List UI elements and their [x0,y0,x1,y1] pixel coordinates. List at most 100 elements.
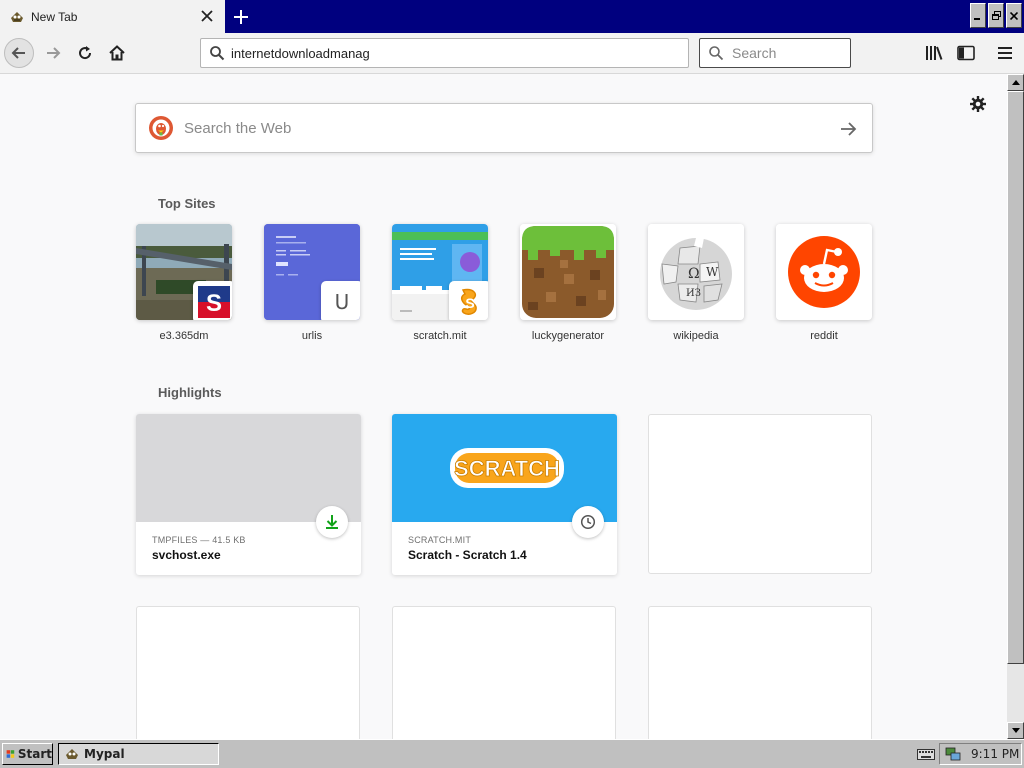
site-mini-icon: S [449,281,488,320]
restore-button[interactable] [988,3,1004,28]
highlight-card-empty [392,606,616,739]
forward-arrow-icon [47,47,61,59]
site-thumbnail[interactable] [776,224,872,320]
sidebar-button[interactable] [955,42,977,64]
site-label: e3.365dm [159,330,209,342]
start-label: Start [17,747,52,761]
svg-text:ИЗ: ИЗ [686,288,701,299]
reload-button[interactable] [70,38,100,68]
home-button[interactable] [102,38,132,68]
library-button[interactable] [923,42,945,64]
top-site-urlis[interactable]: U urlis [264,224,360,342]
scratch-icon: S [460,288,477,315]
top-site-reddit[interactable]: reddit [776,224,872,342]
arrow-down-icon [1011,728,1020,733]
top-site-luckygenerator[interactable]: luckygenerator [520,224,616,342]
site-label: urlis [301,330,323,342]
site-thumbnail[interactable] [520,224,616,320]
card-title: svchost.exe [152,548,221,562]
hamburger-menu-icon [998,47,1012,59]
reddit-icon [776,224,872,320]
search-placeholder: Search [732,45,777,61]
gear-icon[interactable] [968,94,988,114]
taskbar-item-label: Mypal [84,747,125,761]
keyboard-icon[interactable] [917,747,935,761]
windows-flag-icon [6,750,15,758]
site-thumbnail[interactable]: Ω W ИЗ [648,224,744,320]
site-label: reddit [810,330,838,342]
search-icon [709,46,724,61]
sky-sports-icon: S [198,286,230,318]
card-title: Scratch - Scratch 1.4 [408,548,527,562]
highlight-card-empty [648,414,872,574]
top-site-e3-365dm[interactable]: S e3.365dm [136,224,232,342]
vertical-scrollbar[interactable] [1007,74,1024,739]
new-tab-button[interactable] [230,6,252,28]
close-icon [1010,11,1018,20]
window-close-button[interactable] [1006,3,1022,28]
close-icon[interactable] [199,8,215,24]
download-icon [326,515,338,529]
site-label: luckygenerator [531,330,605,342]
highlights-title: Highlights [158,385,222,400]
taskbar: Start Mypal 9:11 PM [0,739,1024,768]
download-badge [316,506,348,538]
wikipedia-globe-icon: Ω W ИЗ [648,224,744,320]
scroll-down-button[interactable] [1007,722,1024,739]
site-thumbnail[interactable]: S [136,224,232,320]
forward-button[interactable] [38,38,68,68]
svg-text:W: W [706,265,719,279]
arrow-up-icon [1011,80,1020,85]
tab-title: New Tab [31,9,78,24]
highlight-card-scratch[interactable]: SCRATCH SCRATCH.MIT Scratch - Scratch 1.… [392,414,617,575]
minimize-icon [974,17,980,20]
minimize-button[interactable] [970,3,986,28]
mypal-icon [11,11,23,22]
site-label: scratch.mit [413,330,467,342]
navigation-toolbar: internetdownloadmanag Search [0,33,1024,74]
new-tab-page: Search the Web Top Sites S e3.365dm U ur… [0,74,1007,739]
url-text: internetdownloadmanag [231,45,370,61]
arrow-right-icon[interactable] [838,119,858,139]
web-search-placeholder: Search the Web [184,119,292,137]
library-icon [926,46,943,60]
taskbar-item-mypal[interactable]: Mypal [58,743,219,765]
top-site-scratch-mit[interactable]: S scratch.mit [392,224,488,342]
tab-new-tab[interactable]: New Tab [0,0,225,33]
site-letter: U [334,290,350,314]
plus-icon [234,10,248,24]
sidebar-icon [957,45,975,61]
scroll-up-button[interactable] [1007,74,1024,91]
highlight-card-svchost[interactable]: TMPFILES — 41.5 KB svchost.exe [136,414,361,575]
menu-button[interactable] [994,42,1016,64]
site-label: wikipedia [673,330,719,342]
top-site-wikipedia[interactable]: Ω W ИЗ wikipedia [648,224,744,342]
history-badge [572,506,604,538]
svg-text:S: S [206,290,222,317]
start-button[interactable]: Start [2,743,53,765]
highlight-card-empty [648,606,872,739]
reload-icon [79,46,92,60]
back-button[interactable] [4,38,34,68]
back-arrow-icon [11,47,25,59]
site-thumbnail[interactable]: S [392,224,488,320]
duckduckgo-icon [149,116,173,140]
mypal-icon [66,749,78,759]
tab-strip: New Tab [0,0,1024,33]
svg-text:Ω: Ω [688,266,700,282]
highlight-card-empty [136,606,360,739]
minecraft-grass-block-icon [520,224,616,320]
window-controls [970,3,1022,28]
svg-text:S: S [465,295,474,311]
scrollbar-thumb[interactable] [1007,91,1024,664]
top-sites-title: Top Sites [158,196,216,211]
url-bar[interactable]: internetdownloadmanag [200,38,689,68]
site-mini-icon: S [193,281,232,320]
web-search-box[interactable]: Search the Web [135,103,873,153]
clock: 9:11 PM [971,747,1020,761]
clock-icon [580,514,596,530]
network-icon[interactable] [945,746,961,762]
site-thumbnail[interactable]: U [264,224,360,320]
search-bar[interactable]: Search [699,38,851,68]
card-meta: SCRATCH.MIT [408,535,472,545]
